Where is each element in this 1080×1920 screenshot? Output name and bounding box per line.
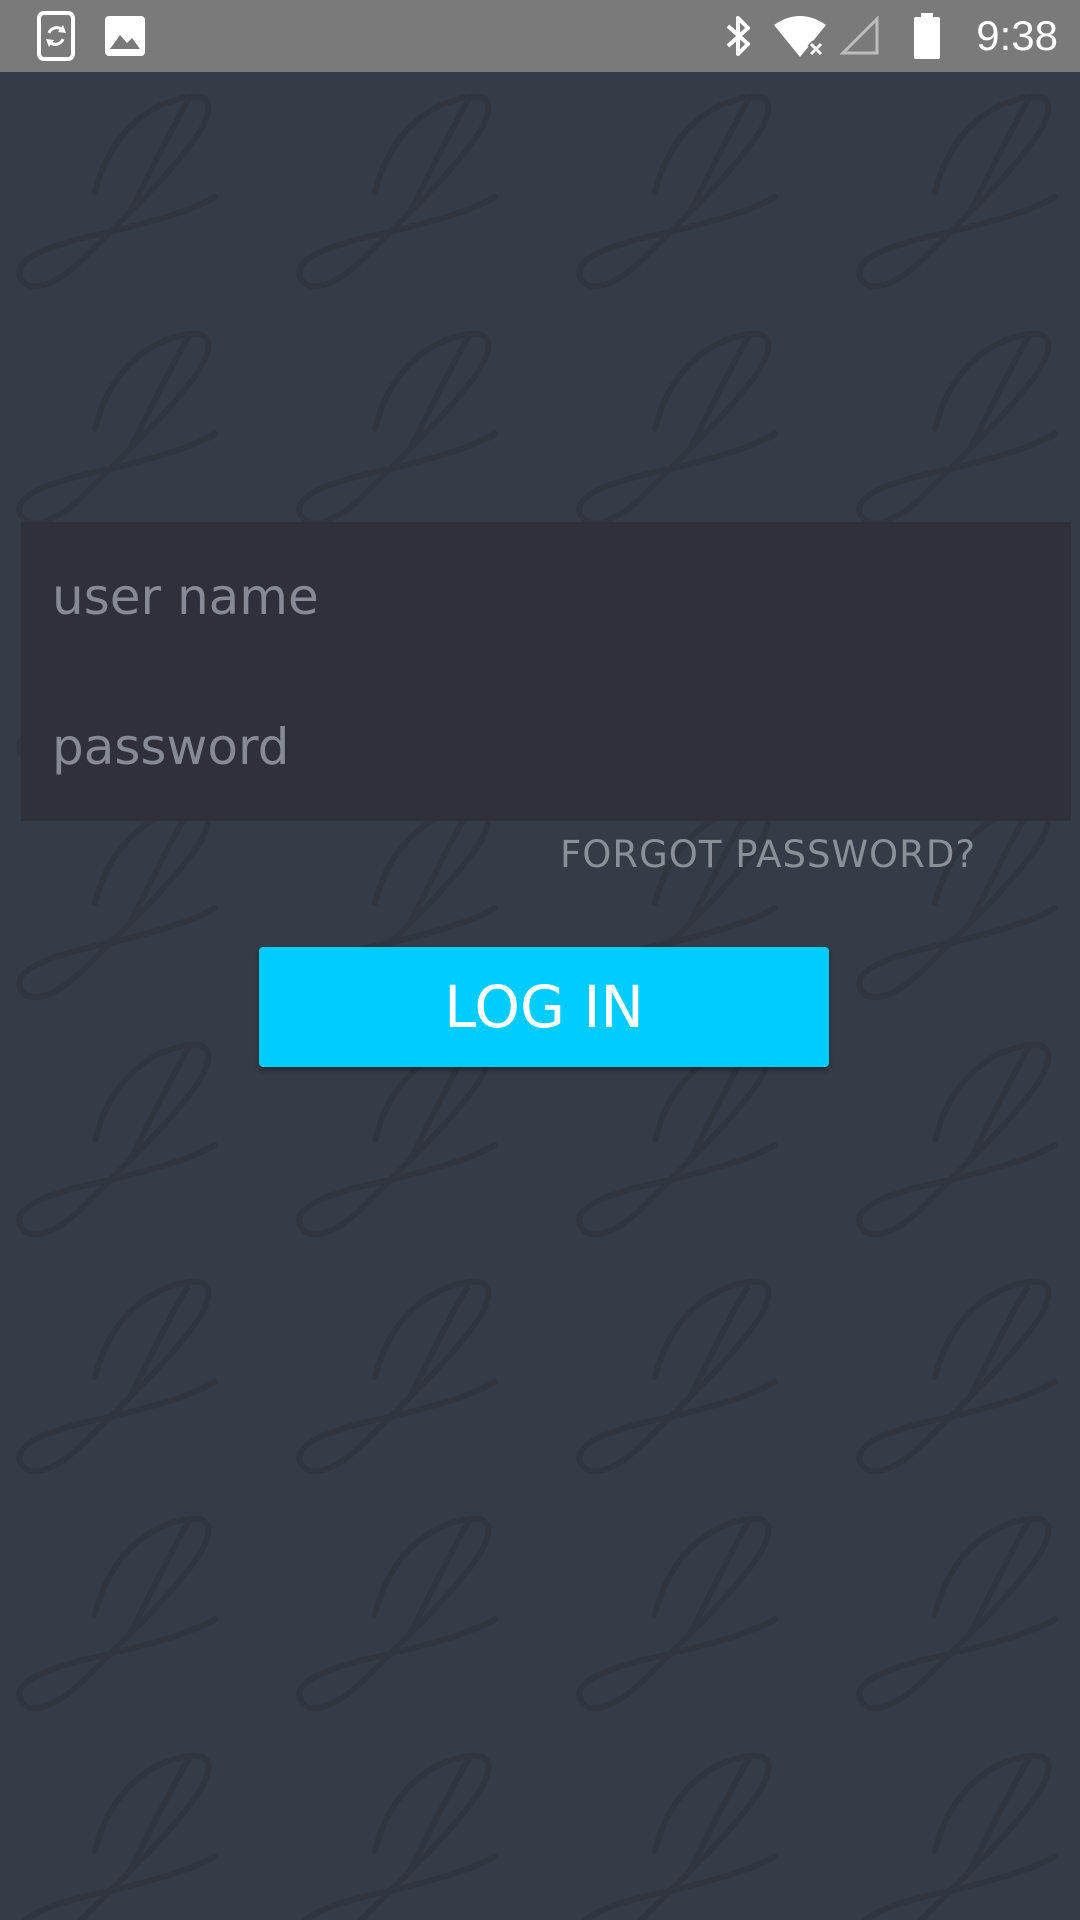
forgot-password-link[interactable]: FORGOT PASSWORD? [560,830,976,880]
login-button[interactable]: LOG IN [259,947,829,1067]
password-input[interactable] [21,672,1071,822]
wifi-no-internet-icon [772,0,828,72]
username-input[interactable] [21,522,1071,672]
screen-rotation-icon [36,0,76,72]
battery-full-icon [912,0,942,72]
bluetooth-icon [722,0,756,72]
image-icon [104,0,146,72]
cellular-signal-empty-icon [840,0,880,72]
login-form [21,522,1071,822]
status-time: 9:38 [976,12,1058,59]
login-screen: FORGOT PASSWORD? LOG IN [0,72,1080,1920]
status-bar: 9:38 [0,0,1080,72]
